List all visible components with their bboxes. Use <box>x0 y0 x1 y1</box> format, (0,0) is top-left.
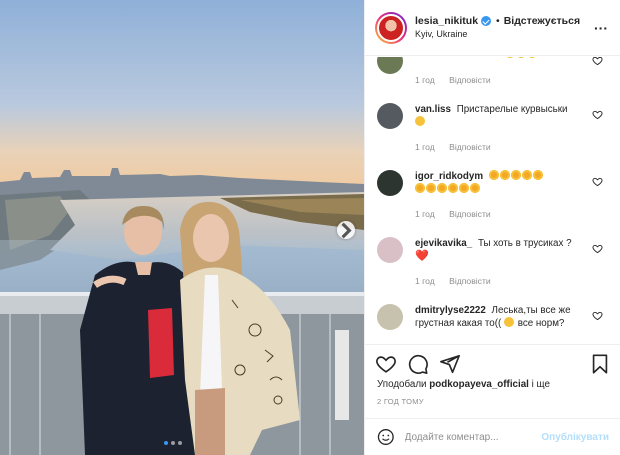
verified-badge-icon <box>481 16 492 26</box>
comment-time[interactable]: 1 год <box>415 209 435 219</box>
comment-like-heart-icon[interactable] <box>592 176 603 187</box>
comment-input[interactable] <box>404 431 542 443</box>
emoji <box>503 317 514 327</box>
post-timestamp[interactable]: 2 ГОД ТОМУ <box>377 397 424 406</box>
reply-button[interactable]: Відповісти <box>449 75 491 85</box>
carousel-dot-active <box>164 441 168 445</box>
post-actions-bar <box>365 344 620 384</box>
commenter-avatar[interactable] <box>377 170 403 196</box>
likes-suffix-link[interactable]: і ще <box>532 379 550 390</box>
reply-button[interactable]: Відповісти <box>449 276 491 286</box>
carousel-dot <box>178 441 182 445</box>
emoji-group <box>505 57 538 60</box>
reply-button[interactable]: Відповісти <box>449 209 491 219</box>
author-username[interactable]: lesia_nikituk <box>415 15 478 28</box>
comment-username[interactable]: dmitrylyse2222 <box>415 305 486 316</box>
add-comment-bar: Опублікувати <box>365 418 620 455</box>
comment-text: Пристарелые курвыськи <box>456 104 568 115</box>
emoji-group <box>415 183 481 195</box>
comment-username[interactable]: van.liss <box>415 104 451 115</box>
heart-icon[interactable] <box>375 353 397 375</box>
next-photo-button[interactable] <box>337 221 355 239</box>
post-side-panel: lesia_nikituk • Відстежується Kyiv, Ukra… <box>364 0 620 455</box>
post-photo[interactable] <box>0 0 364 455</box>
comment-username[interactable]: ejevikavika_ <box>415 238 472 249</box>
red-heart-emoji: ❤️ <box>415 250 429 262</box>
comment-time[interactable]: 1 год <box>415 276 435 286</box>
comment-text-after: все норм? <box>517 318 565 329</box>
emoji-group <box>488 170 544 182</box>
emoji <box>415 116 425 126</box>
separator-dot: • <box>496 14 500 27</box>
following-button[interactable]: Відстежується <box>504 15 580 28</box>
comment-like-heart-icon[interactable] <box>592 243 603 254</box>
comment-like-heart-icon[interactable] <box>592 310 603 321</box>
commenter-avatar[interactable] <box>377 57 403 74</box>
commenter-avatar[interactable] <box>377 304 403 330</box>
comment-icon[interactable] <box>407 353 429 375</box>
author-avatar[interactable] <box>375 11 407 44</box>
commenter-avatar[interactable] <box>377 103 403 129</box>
post-location[interactable]: Kyiv, Ukraine <box>415 28 580 41</box>
comment-like-heart-icon[interactable] <box>592 57 603 66</box>
chevron-right-icon <box>341 222 352 238</box>
likes-user-link[interactable]: podkopayeva_official <box>429 379 529 390</box>
carousel-dots <box>164 441 182 445</box>
share-icon[interactable] <box>439 353 461 375</box>
photo-illustration <box>0 0 364 455</box>
comment-time[interactable]: 1 год <box>415 75 435 85</box>
carousel-dot <box>171 441 175 445</box>
comment-time[interactable]: 1 год <box>415 142 435 152</box>
likes-summary: Уподобали podkopayeva_official і ще <box>377 379 550 390</box>
reply-button[interactable]: Відповісти <box>449 142 491 152</box>
comment-username[interactable]: igor_ridkodym <box>415 171 483 182</box>
more-horizontal-icon[interactable]: ··· <box>594 20 608 36</box>
comments-list[interactable]: eduardvasiliev142 1 год Відповісти van.l… <box>365 57 620 343</box>
emoji-smiley-icon[interactable] <box>377 428 395 446</box>
instagram-post-modal: lesia_nikituk • Відстежується Kyiv, Ukra… <box>0 0 620 455</box>
comment-text: Ты хоть в трусиках ? <box>477 238 572 249</box>
post-comment-button[interactable]: Опублікувати <box>541 432 609 443</box>
commenter-avatar[interactable] <box>377 237 403 263</box>
comment-username[interactable]: eduardvasiliev142 <box>415 57 499 60</box>
bookmark-icon[interactable] <box>589 353 611 375</box>
post-header: lesia_nikituk • Відстежується Kyiv, Ukra… <box>365 0 620 56</box>
comment-like-heart-icon[interactable] <box>592 109 603 120</box>
likes-prefix: Уподобали <box>377 379 427 390</box>
